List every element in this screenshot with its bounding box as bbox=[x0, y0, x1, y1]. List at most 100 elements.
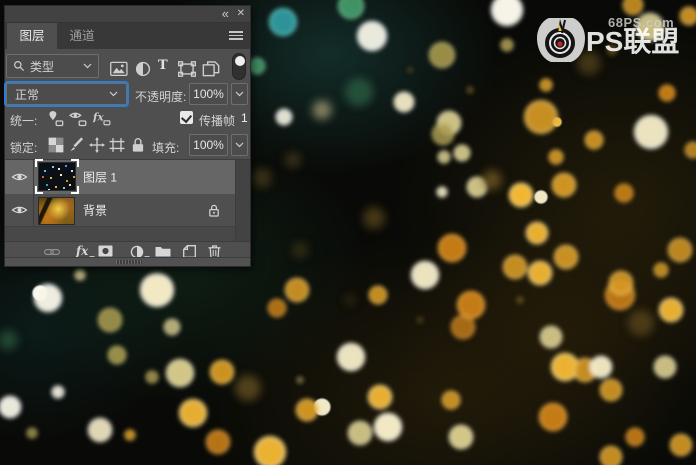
panel-menu-icon[interactable] bbox=[229, 31, 243, 41]
bokeh-circle bbox=[275, 108, 293, 126]
filter-type-layers-icon[interactable]: T bbox=[158, 59, 170, 75]
bokeh-circle bbox=[553, 244, 579, 270]
selection-corner bbox=[71, 159, 79, 167]
opacity-value-field[interactable]: 100% bbox=[189, 83, 228, 105]
bokeh-circle bbox=[490, 0, 524, 27]
bokeh-circle bbox=[466, 86, 474, 94]
bokeh-circle bbox=[437, 150, 451, 164]
bokeh-circle bbox=[337, 0, 365, 20]
lock-position-icon[interactable] bbox=[89, 137, 105, 153]
panel-tabs: 图层 通道 bbox=[5, 23, 250, 49]
unify-position-icon[interactable] bbox=[46, 110, 64, 127]
bokeh-circle bbox=[608, 270, 634, 296]
bokeh-circle bbox=[253, 435, 287, 465]
lock-icon bbox=[209, 204, 219, 217]
filter-toggle-switch[interactable] bbox=[232, 53, 246, 80]
bokeh-circle bbox=[205, 429, 231, 455]
visibility-toggle[interactable] bbox=[5, 160, 34, 194]
bokeh-circle bbox=[107, 345, 127, 365]
layer-row-background[interactable]: 背景 bbox=[5, 194, 237, 227]
bokeh-circle bbox=[431, 122, 455, 146]
bokeh-circle bbox=[410, 260, 440, 290]
layer-thumbnail[interactable] bbox=[35, 159, 79, 194]
layers-panel: « ✕ 图层 通道 类型 T 正常 不透明度: 100% 统一: fx 传播帧 … bbox=[4, 5, 251, 267]
bokeh-circle bbox=[516, 296, 524, 304]
bokeh-circle bbox=[628, 310, 654, 336]
fill-value-field[interactable]: 100% bbox=[189, 134, 228, 156]
bokeh-circle bbox=[26, 427, 38, 439]
filter-shape-layers-icon[interactable] bbox=[178, 61, 196, 77]
bokeh-circle bbox=[599, 378, 623, 402]
collapse-panel-icon[interactable]: « bbox=[222, 6, 229, 22]
add-mask-icon[interactable] bbox=[98, 245, 113, 257]
lock-pixels-icon[interactable] bbox=[68, 137, 84, 153]
scrollbar-gutter bbox=[235, 160, 250, 241]
bokeh-circle bbox=[437, 233, 467, 263]
opacity-slider-button[interactable] bbox=[231, 83, 248, 105]
bokeh-circle bbox=[523, 99, 559, 135]
filter-pixel-layers-icon[interactable] bbox=[110, 61, 128, 77]
layer-row-layer1[interactable]: 图层 1 bbox=[5, 159, 237, 194]
bokeh-circle bbox=[658, 297, 684, 323]
new-group-icon[interactable] bbox=[155, 246, 171, 257]
bokeh-circle bbox=[252, 168, 272, 188]
ps-alliance-logo-icon bbox=[535, 16, 587, 64]
filter-smart-objects-icon[interactable] bbox=[202, 61, 220, 77]
layer-list: 图层 1 背景 bbox=[5, 159, 250, 242]
photoshop-workspace: 68PS.com PS联盟 « ✕ 图层 通道 类型 T 正常 不透明度: 10… bbox=[0, 0, 696, 465]
lock-all-icon[interactable] bbox=[130, 137, 146, 153]
bokeh-circle bbox=[267, 298, 287, 318]
blend-mode-dropdown[interactable]: 正常 bbox=[4, 81, 129, 107]
bokeh-circle bbox=[539, 325, 563, 349]
bokeh-circle bbox=[508, 182, 534, 208]
tab-channels[interactable]: 通道 bbox=[57, 23, 107, 49]
propagate-frame-label: 传播帧 bbox=[199, 114, 236, 128]
unify-style-icon[interactable]: fx bbox=[93, 110, 111, 127]
bokeh-circle bbox=[416, 316, 424, 324]
bokeh-circle bbox=[436, 186, 448, 198]
bokeh-circle bbox=[345, 295, 355, 305]
eye-icon bbox=[11, 173, 28, 181]
bokeh-circle bbox=[292, 242, 308, 258]
filter-type-dropdown[interactable]: 类型 bbox=[6, 54, 99, 78]
visibility-toggle[interactable] bbox=[5, 194, 34, 226]
bokeh-circle bbox=[51, 385, 65, 399]
opacity-value: 100% bbox=[193, 87, 224, 101]
bokeh-circle bbox=[633, 114, 669, 150]
close-panel-icon[interactable]: ✕ bbox=[237, 6, 245, 22]
lock-artboard-icon[interactable] bbox=[109, 137, 125, 153]
bokeh-circle bbox=[407, 67, 413, 73]
propagate-frame-checkbox[interactable] bbox=[180, 111, 193, 124]
bokeh-circle bbox=[525, 221, 549, 245]
bokeh-circle bbox=[684, 141, 696, 159]
bokeh-circle bbox=[336, 342, 366, 372]
lock-transparency-icon[interactable] bbox=[48, 137, 64, 153]
bokeh-circle bbox=[599, 445, 623, 465]
unify-label: 统一: bbox=[10, 114, 38, 128]
tab-layers[interactable]: 图层 bbox=[7, 23, 57, 49]
fill-slider-button[interactable] bbox=[231, 134, 248, 156]
unify-visibility-icon[interactable] bbox=[69, 110, 87, 127]
bokeh-circle bbox=[209, 359, 235, 385]
bokeh-circle bbox=[453, 144, 471, 162]
bokeh-circle bbox=[669, 433, 693, 457]
bokeh-circle bbox=[0, 395, 22, 419]
bokeh-circle bbox=[268, 7, 298, 37]
bokeh-circle bbox=[614, 183, 634, 203]
panel-resize-grip[interactable] bbox=[5, 257, 250, 266]
link-layers-icon[interactable] bbox=[44, 248, 60, 256]
layer-style-icon[interactable]: fx bbox=[76, 245, 88, 257]
bokeh-circle bbox=[97, 307, 123, 333]
bokeh-circle bbox=[589, 355, 613, 379]
bokeh-circle bbox=[0, 330, 18, 350]
layer-thumbnail[interactable] bbox=[38, 197, 75, 225]
bokeh-circle bbox=[667, 237, 693, 263]
tab-layers-label: 图层 bbox=[19, 29, 45, 43]
filter-adjustment-layers-icon[interactable] bbox=[134, 61, 152, 77]
chevron-down-icon bbox=[83, 63, 92, 69]
fill-label: 填充: bbox=[152, 141, 180, 155]
bokeh-circle bbox=[500, 38, 514, 52]
lock-label: 锁定: bbox=[10, 141, 38, 155]
bokeh-circle bbox=[145, 370, 159, 384]
propagate-frame-number: 1 bbox=[241, 111, 248, 125]
